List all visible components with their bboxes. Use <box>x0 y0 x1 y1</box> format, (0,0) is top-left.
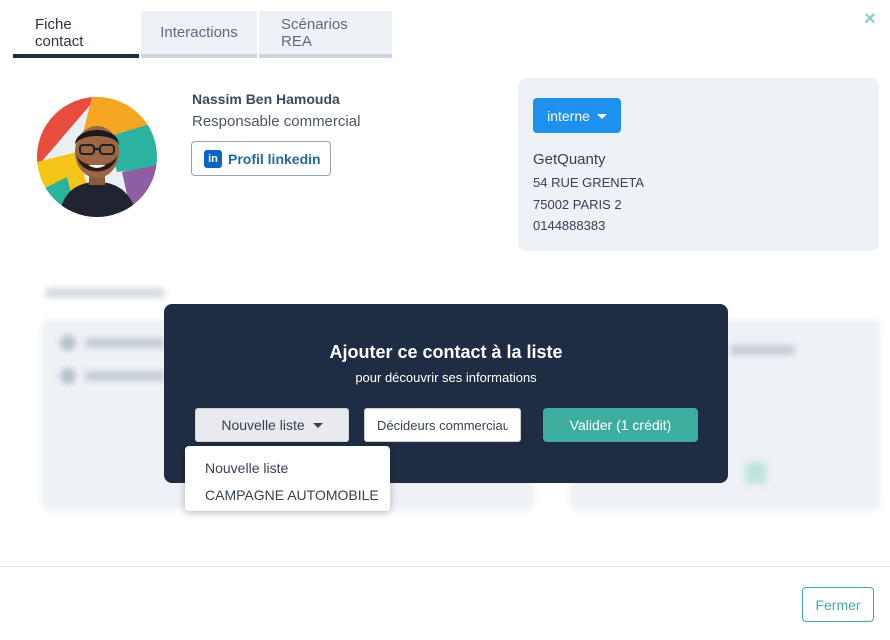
chevron-down-icon <box>312 423 323 428</box>
linkedin-profile-button[interactable]: in Profil linkedin <box>191 141 331 176</box>
close-icon[interactable]: × <box>864 8 876 31</box>
company-city: 75002 PARIS 2 <box>533 197 622 212</box>
tab-scenarios-rea[interactable]: Scénarios REA <box>259 11 392 58</box>
blurred-icon <box>745 462 767 484</box>
company-phone: 0144888383 <box>533 218 606 233</box>
tab-interactions[interactable]: Interactions <box>141 11 257 58</box>
company-card: interne GetQuanty 54 RUE GRENETA 75002 P… <box>518 78 879 251</box>
validate-button[interactable]: Valider (1 crédit) <box>543 408 698 442</box>
company-type-label: interne <box>547 107 590 124</box>
contact-role: Responsable commercial <box>192 113 361 130</box>
company-type-dropdown[interactable]: interne <box>533 98 621 133</box>
list-dropdown-menu: Nouvelle liste CAMPAGNE AUTOMOBILE <box>185 446 390 511</box>
company-address: 54 RUE GRENETA <box>533 175 645 190</box>
avatar <box>37 97 157 217</box>
list-name-input[interactable] <box>364 408 521 442</box>
tab-fiche-contact[interactable]: Fiche contact <box>13 11 139 58</box>
list-select-label: Nouvelle liste <box>221 417 305 433</box>
tab-bar: Fiche contact Interactions Scénarios REA <box>13 11 394 58</box>
blurred-text <box>730 345 795 355</box>
blurred-text <box>85 338 165 348</box>
blurred-text <box>85 371 165 381</box>
chevron-down-icon <box>596 114 607 119</box>
dropdown-option-nouvelle-liste[interactable]: Nouvelle liste <box>185 454 390 481</box>
close-button[interactable]: Fermer <box>802 587 874 622</box>
blurred-icon <box>60 335 76 351</box>
modal-title: Ajouter ce contact à la liste <box>329 342 563 362</box>
dropdown-option-campagne-automobile[interactable]: CAMPAGNE AUTOMOBILE <box>185 481 390 508</box>
blurred-icon <box>60 368 76 384</box>
list-select-button[interactable]: Nouvelle liste <box>195 408 349 442</box>
contact-name: Nassim Ben Hamouda <box>192 91 340 107</box>
footer-divider <box>0 566 890 567</box>
modal-subtitle: pour découvrir ses informations <box>355 370 537 385</box>
blurred-label <box>45 288 165 298</box>
linkedin-label: Profil linkedin <box>228 150 321 167</box>
company-name: GetQuanty <box>533 151 606 168</box>
linkedin-icon: in <box>204 149 222 168</box>
